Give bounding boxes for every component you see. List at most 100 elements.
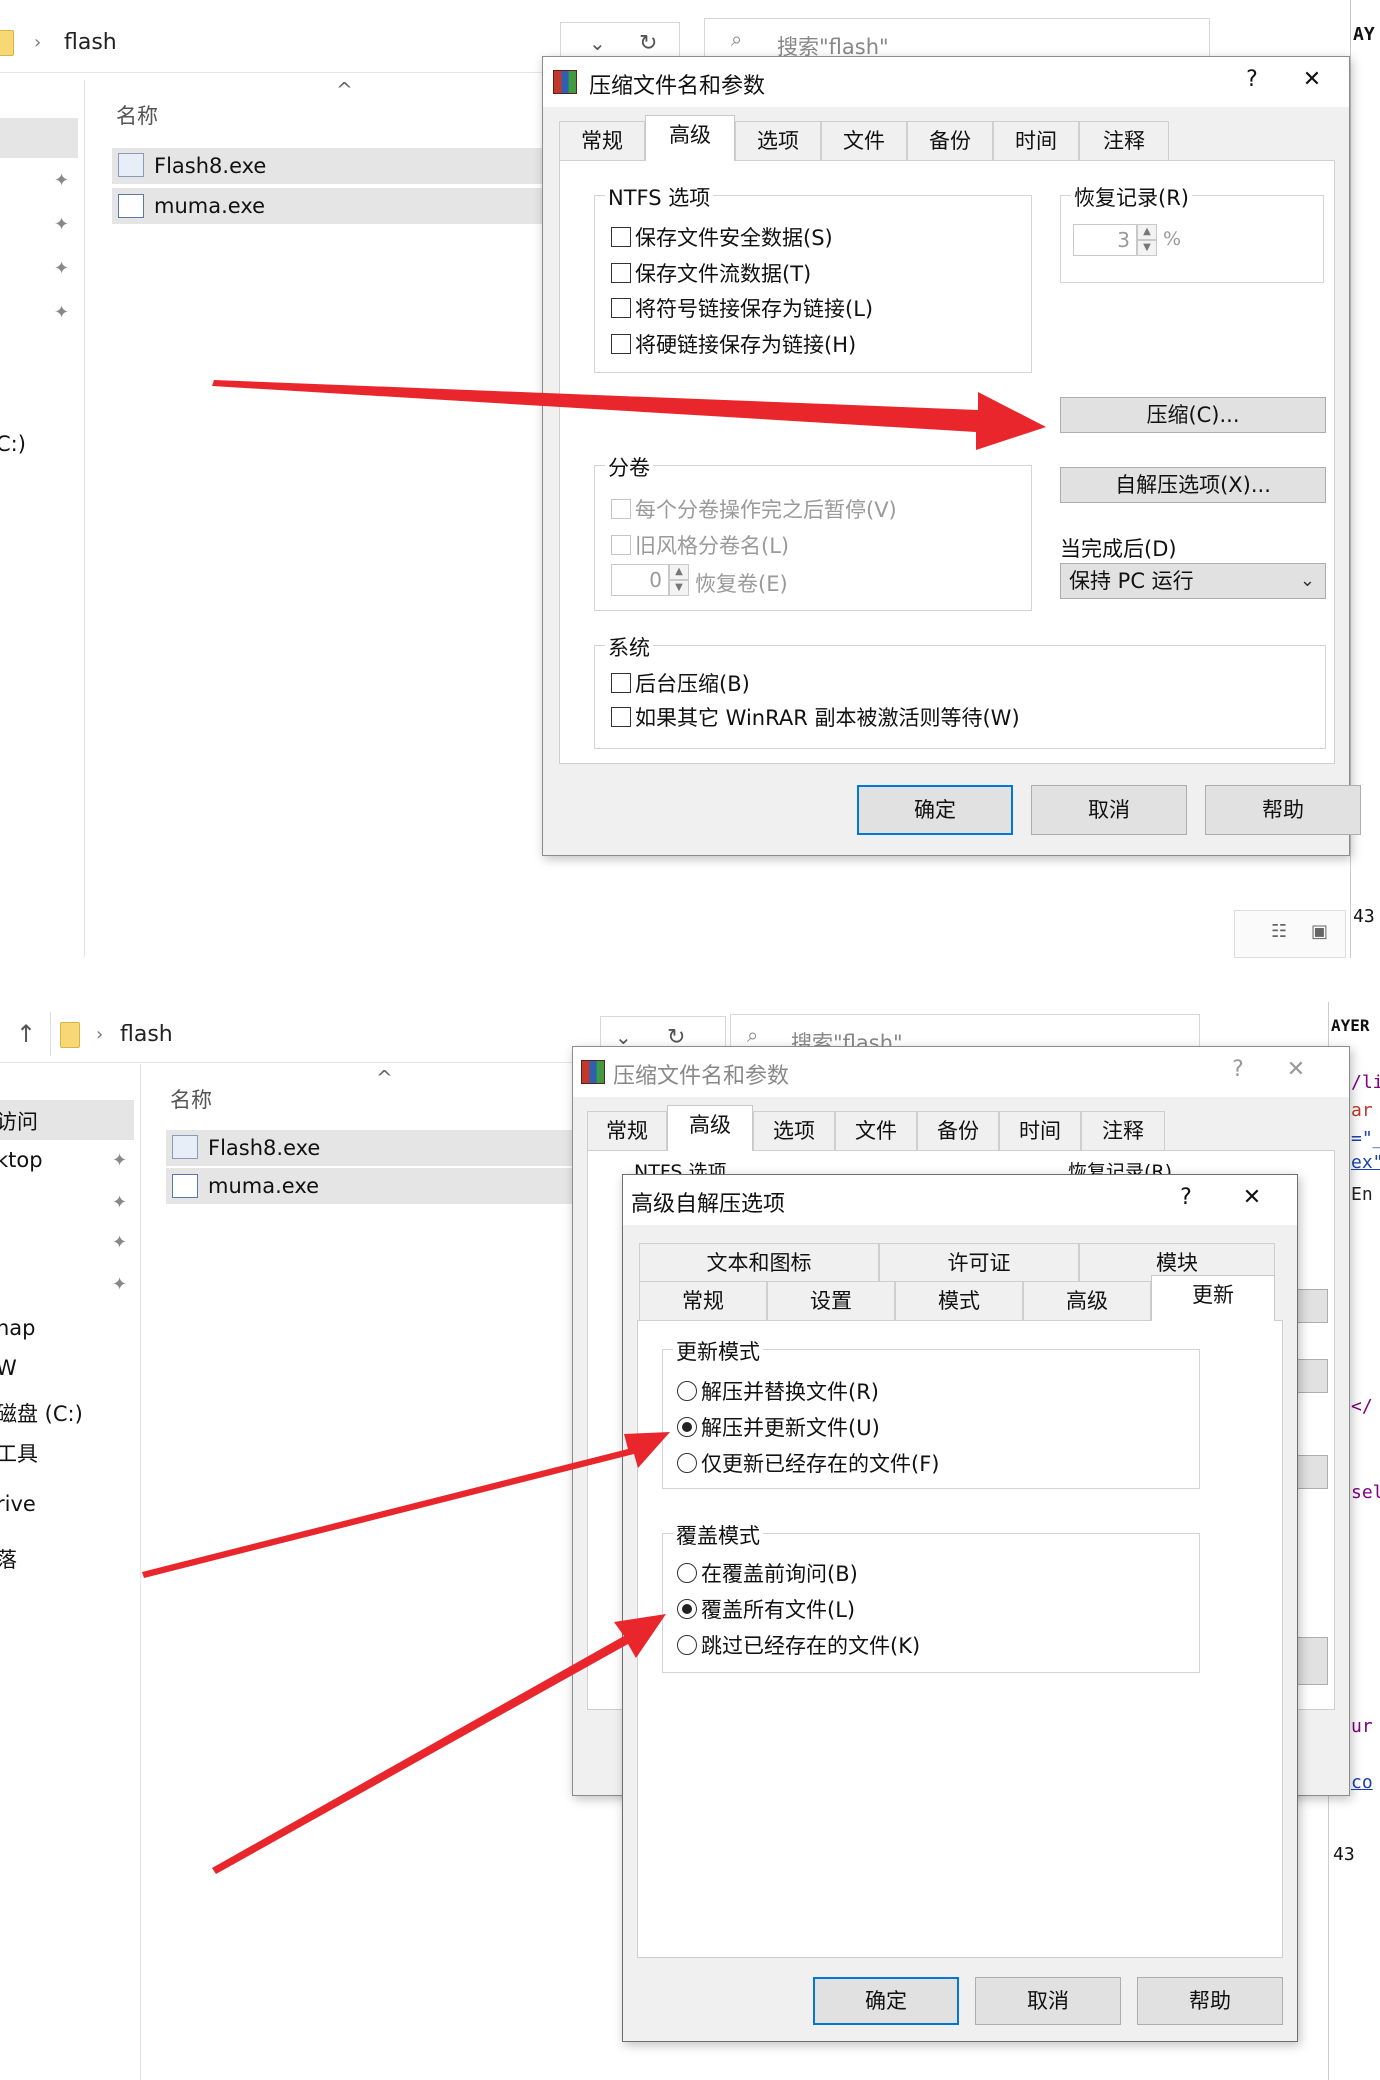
checkbox-symlinks[interactable]: 将符号链接保存为链接(L) — [611, 293, 873, 323]
sfx-options-button[interactable]: 自解压选项(X)... — [1060, 467, 1326, 503]
tab-comment[interactable]: 注释 — [1079, 121, 1169, 161]
tab-general[interactable]: 常规 — [559, 121, 645, 161]
tab-time[interactable]: 时间 — [993, 121, 1079, 161]
chevron-down-icon: ⌄ — [589, 31, 606, 55]
checkbox-old-naming[interactable]: 旧风格分卷名(L) — [611, 530, 789, 560]
sidebar-item[interactable]: 工具 — [0, 1438, 38, 1468]
bottom-screenshot-panel: ↑ › flash ⌄ ↻ ⌕ 搜索"flash" 访问 ktop ✦ ✦ ✦ … — [0, 1002, 1380, 2080]
radio-extract-replace[interactable]: 解压并替换文件(R) — [677, 1376, 879, 1406]
radio-overwrite-all[interactable]: 覆盖所有文件(L) — [677, 1594, 855, 1624]
cancel-button[interactable]: 取消 — [1031, 785, 1187, 835]
up-arrow-icon[interactable]: ↑ — [16, 1020, 36, 1048]
tab-mode[interactable]: 模式 — [895, 1281, 1023, 1321]
sidebar-item-drive[interactable]: C:) — [0, 432, 26, 456]
sidebar-item[interactable]: 落 — [0, 1544, 17, 1574]
checkbox-background[interactable]: 后台压缩(B) — [611, 668, 750, 698]
cancel-button[interactable]: 取消 — [975, 1977, 1121, 2025]
close-icon[interactable]: ✕ — [1279, 1057, 1313, 1082]
archive-name-params-dialog: 压缩文件名和参数 ? ✕ 常规 高级 选项 文件 备份 时间 注释 NTFS 选… — [542, 56, 1361, 856]
checkbox-wait-winrar[interactable]: 如果其它 WinRAR 副本被激活则等待(W) — [611, 702, 1020, 732]
help-button[interactable]: 帮助 — [1137, 1977, 1283, 2025]
percent-unit: % — [1163, 228, 1182, 250]
spin-down-icon[interactable]: ▼ — [669, 580, 689, 596]
recovery-record-input[interactable]: 3 — [1073, 224, 1137, 256]
dialog-title-bar: 高级自解压选项 ? ✕ — [623, 1175, 1297, 1225]
tab-advanced[interactable]: 高级 — [667, 1105, 753, 1151]
dialog-title: 压缩文件名和参数 — [589, 74, 766, 99]
tab-setup[interactable]: 设置 — [767, 1281, 895, 1321]
ok-button[interactable]: 确定 — [813, 1977, 959, 2025]
sidebar-item[interactable]: rive — [0, 1492, 36, 1516]
tab-files[interactable]: 文件 — [821, 121, 907, 161]
tab-comment[interactable]: 注释 — [1081, 1111, 1165, 1151]
breadcrumb-folder[interactable]: flash — [120, 1022, 173, 1047]
tab-page-update: 更新模式 解压并替换文件(R) 解压并更新文件(U) 仅更新已经存在的文件(F)… — [637, 1320, 1283, 1958]
breadcrumb-folder[interactable]: flash — [64, 30, 117, 55]
tab-backup[interactable]: 备份 — [907, 121, 993, 161]
help-icon[interactable]: ? — [1237, 67, 1267, 92]
radio-ask-before-overwrite[interactable]: 在覆盖前询问(B) — [677, 1558, 858, 1588]
file-row[interactable]: muma.exe — [166, 1168, 576, 1204]
help-icon[interactable]: ? — [1171, 1185, 1201, 1210]
tab-update[interactable]: 更新 — [1151, 1275, 1275, 1321]
breadcrumb-separator-icon: › — [34, 32, 42, 53]
update-mode-group: 更新模式 解压并替换文件(R) 解压并更新文件(U) 仅更新已经存在的文件(F) — [662, 1336, 1200, 1489]
file-row[interactable]: Flash8.exe — [166, 1130, 576, 1166]
checkbox-hardlinks[interactable]: 将硬链接保存为链接(H) — [611, 329, 856, 359]
radio-extract-update[interactable]: 解压并更新文件(U) — [677, 1412, 880, 1442]
sidebar-item-selected[interactable] — [0, 118, 78, 158]
tab-advanced[interactable]: 高级 — [645, 115, 735, 161]
search-icon: ⌕ — [747, 1023, 759, 1047]
tab-general[interactable]: 常规 — [639, 1281, 767, 1321]
tiles-view-icon[interactable]: ▣ — [1311, 921, 1328, 942]
view-switcher[interactable]: ☷ ▣ — [1234, 910, 1346, 958]
compression-button[interactable]: 压缩(C)... — [1060, 397, 1326, 433]
tab-files[interactable]: 文件 — [835, 1111, 917, 1151]
tab-general[interactable]: 常规 — [587, 1111, 667, 1151]
radio-fresh-existing[interactable]: 仅更新已经存在的文件(F) — [677, 1448, 939, 1478]
tab-backup[interactable]: 备份 — [917, 1111, 999, 1151]
folder-icon — [60, 1022, 80, 1048]
refresh-icon[interactable]: ↻ — [639, 31, 657, 56]
status-line-number: 43 — [1353, 906, 1375, 927]
sidebar-item[interactable]: 访问 — [0, 1106, 38, 1136]
after-done-label: 当完成后(D) — [1060, 537, 1177, 561]
code-line: ar — [1351, 1100, 1373, 1121]
spin-up-icon[interactable]: ▲ — [669, 564, 689, 580]
tab-license[interactable]: 许可证 — [879, 1243, 1079, 1283]
column-header-name[interactable]: 名称 — [170, 1084, 212, 1114]
tab-text-icon[interactable]: 文本和图标 — [639, 1243, 879, 1283]
pin-icon: ✦ — [54, 170, 70, 191]
after-done-select[interactable]: 保持 PC 运行 ⌄ — [1060, 563, 1326, 599]
breadcrumb-separator-icon: › — [96, 1024, 104, 1045]
sidebar-item[interactable]: ktop — [0, 1148, 43, 1172]
checkbox-save-streams[interactable]: 保存文件流数据(T) — [611, 258, 811, 288]
ok-button[interactable]: 确定 — [857, 785, 1013, 835]
dialog-title: 压缩文件名和参数 — [613, 1064, 790, 1089]
checkbox-save-security[interactable]: 保存文件安全数据(S) — [611, 222, 833, 252]
pin-icon: ✦ — [112, 1150, 128, 1171]
details-view-icon[interactable]: ☷ — [1271, 921, 1287, 942]
spin-up-icon[interactable]: ▲ — [1137, 224, 1157, 240]
help-button[interactable]: 帮助 — [1205, 785, 1361, 835]
sidebar-item[interactable]: nap — [0, 1316, 36, 1340]
spin-down-icon[interactable]: ▼ — [1137, 240, 1157, 256]
tab-advanced[interactable]: 高级 — [1023, 1281, 1151, 1321]
tab-options[interactable]: 选项 — [735, 121, 821, 161]
recovery-volumes-input[interactable]: 0 — [611, 564, 669, 596]
column-header-name[interactable]: 名称 — [116, 100, 158, 130]
help-icon[interactable]: ? — [1223, 1057, 1253, 1082]
sidebar-item-drive[interactable]: 磁盘 (C:) — [0, 1398, 83, 1428]
file-name: Flash8.exe — [208, 1136, 321, 1160]
checkbox-pause-volumes[interactable]: 每个分卷操作完之后暂停(V) — [611, 494, 897, 524]
tab-options[interactable]: 选项 — [753, 1111, 835, 1151]
radio-skip-existing[interactable]: 跳过已经存在的文件(K) — [677, 1630, 920, 1660]
sidebar-item[interactable]: W — [0, 1356, 17, 1380]
close-icon[interactable]: ✕ — [1235, 1185, 1269, 1210]
close-icon[interactable]: ✕ — [1295, 67, 1329, 92]
pin-icon: ✦ — [54, 302, 70, 323]
file-name: Flash8.exe — [154, 154, 267, 178]
pane-divider — [140, 1064, 141, 2080]
advanced-sfx-options-dialog: 高级自解压选项 ? ✕ 文本和图标 许可证 模块 常规 设置 模式 高级 更新 … — [622, 1174, 1298, 2042]
tab-time[interactable]: 时间 — [999, 1111, 1081, 1151]
